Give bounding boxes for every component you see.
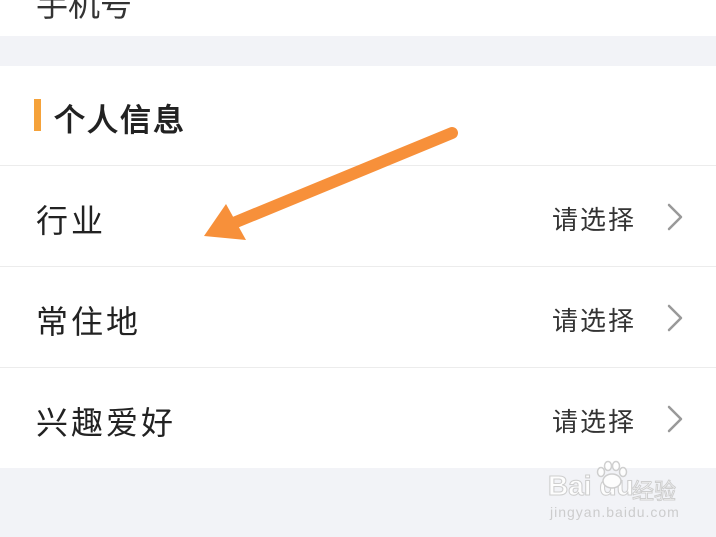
row-hobbies[interactable]: 兴趣爱好 请选择 — [0, 368, 716, 469]
row-industry-value: 请选择 — [551, 206, 636, 236]
row-hobbies-value: 请选择 — [551, 408, 636, 438]
chevron-right-icon — [667, 304, 683, 332]
top-partial-card: 手机号 — [0, 0, 716, 36]
watermark-brand: 经验 — [631, 480, 677, 506]
chevron-right-icon — [667, 203, 683, 231]
top-partial-text: 手机号 — [36, 0, 133, 24]
row-industry-label: 行业 — [36, 202, 107, 240]
chevron-right-icon — [667, 405, 683, 433]
personal-info-section: 个人信息 行业 请选择 常住地 请选择 兴趣爱好 请选择 — [0, 66, 716, 468]
row-residence[interactable]: 常住地 请选择 — [0, 267, 716, 368]
row-residence-label: 常住地 — [36, 303, 142, 341]
section-accent-bar — [34, 99, 41, 131]
row-residence-value: 请选择 — [551, 307, 636, 337]
paw-icon — [596, 460, 628, 489]
section-title: 个人信息 — [54, 103, 186, 139]
watermark-url: jingyan.baidu.com — [550, 504, 680, 520]
section-header: 个人信息 — [0, 66, 716, 166]
baidu-jingyan-watermark: Bai du 经验 jingyan.baidu.com — [548, 460, 708, 526]
row-industry[interactable]: 行业 请选择 — [0, 166, 716, 267]
row-hobbies-label: 兴趣爱好 — [36, 404, 177, 442]
